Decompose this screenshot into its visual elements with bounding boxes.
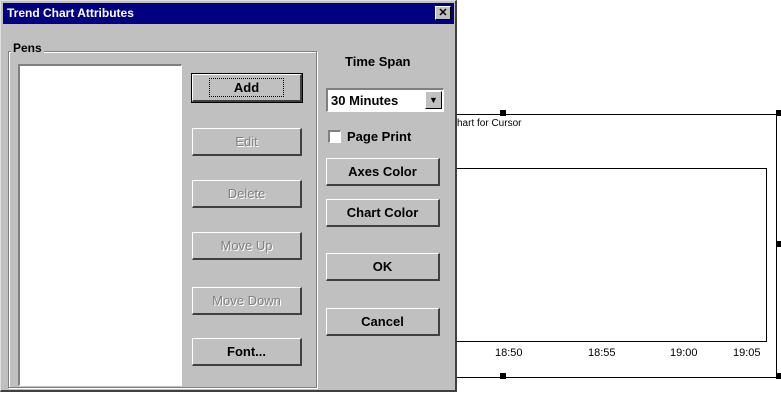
move-down-button[interactable]: Move Down	[192, 287, 302, 315]
plot-area	[455, 168, 767, 342]
resize-handle[interactable]	[776, 110, 781, 116]
time-span-select[interactable]: 30 Minutes ▼	[326, 88, 444, 112]
pens-group-label: Pens	[11, 41, 44, 55]
time-span-value: 30 Minutes	[331, 93, 399, 108]
ok-button[interactable]: OK	[326, 253, 440, 281]
chart-title: hart for Cursor	[457, 118, 522, 129]
edit-button[interactable]: Edit	[192, 128, 302, 156]
move-up-button[interactable]: Move Up	[192, 232, 302, 260]
dialog-titlebar[interactable]: Trend Chart Attributes ✕	[3, 3, 454, 24]
resize-handle[interactable]	[500, 373, 506, 379]
time-span-label: Time Span	[345, 54, 411, 69]
x-tick-label: 19:00	[670, 347, 698, 359]
font-button[interactable]: Font...	[192, 338, 302, 366]
cancel-button[interactable]: Cancel	[326, 308, 440, 336]
x-tick-label: 18:55	[588, 347, 616, 359]
resize-handle[interactable]	[500, 110, 506, 116]
pens-list[interactable]	[18, 64, 182, 386]
resize-handle[interactable]	[776, 373, 781, 379]
chart-color-button[interactable]: Chart Color	[326, 199, 440, 227]
delete-button[interactable]: Delete	[192, 180, 302, 208]
x-tick-label: 19:05	[733, 347, 761, 359]
page-print-label[interactable]: Page Print	[347, 129, 411, 144]
page-print-checkbox[interactable]	[328, 130, 341, 143]
add-button[interactable]: Add	[191, 73, 303, 103]
axes-color-button[interactable]: Axes Color	[326, 158, 440, 186]
trend-chart-attributes-dialog: Trend Chart Attributes ✕ Pens Add Edit D…	[0, 0, 457, 392]
dialog-title: Trend Chart Attributes	[7, 6, 134, 20]
add-button-label: Add	[208, 78, 285, 97]
resize-handle[interactable]	[776, 241, 781, 247]
x-tick-label: 18:50	[495, 347, 523, 359]
close-icon[interactable]: ✕	[435, 6, 451, 20]
chevron-down-icon[interactable]: ▼	[425, 91, 442, 109]
